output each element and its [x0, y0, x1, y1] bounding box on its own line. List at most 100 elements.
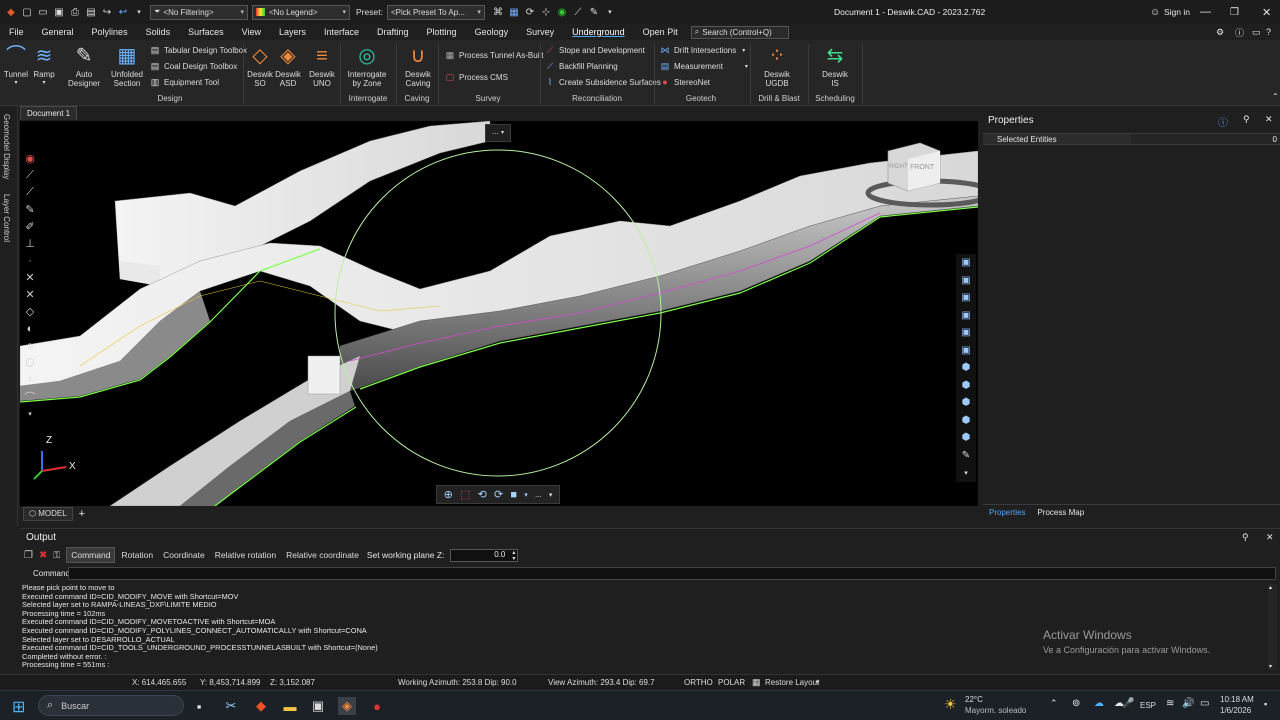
stereonet-button[interactable]: ● StereoNet — [660, 77, 710, 87]
tray-overflow-icon[interactable]: ⌃ — [1050, 698, 1058, 709]
deswik-is-button[interactable]: ⇆ Deswik IS — [820, 44, 850, 88]
point-icon[interactable]: · — [22, 252, 38, 269]
tab-rotation[interactable]: Rotation — [117, 548, 157, 562]
ramp-button[interactable]: ≋ Ramp ▾ — [32, 44, 56, 88]
onedrive-icon[interactable]: ☁ — [1094, 698, 1104, 709]
process-tunnel-as-built-button[interactable]: ▦ Process Tunnel As-Built — [445, 50, 544, 60]
notification-icon[interactable]: ▪ — [1264, 699, 1267, 709]
intersect-icon[interactable]: ✕ — [22, 286, 38, 303]
restore-button[interactable]: ❐ — [1230, 7, 1239, 18]
edit-icon[interactable]: ✎ — [587, 5, 601, 19]
redo-icon[interactable]: ↪ — [100, 5, 114, 19]
menu-survey[interactable]: Survey — [517, 24, 563, 40]
menu-layers[interactable]: Layers — [270, 24, 315, 40]
ribbon-options-icon[interactable]: ⚙ — [1216, 27, 1224, 38]
save-icon[interactable]: ▣ — [52, 5, 66, 19]
close-icon[interactable]: ✕ — [1265, 114, 1273, 125]
lock-icon[interactable]: ⚿ — [53, 550, 60, 561]
menu-interface[interactable]: Interface — [315, 24, 368, 40]
pick-view-icon[interactable]: ✎ — [956, 447, 976, 465]
diamond-icon[interactable]: ◇ — [22, 303, 38, 320]
equipment-tool-button[interactable]: ▥ Equipment Tool — [150, 77, 219, 87]
deswik-taskbar-icon[interactable]: ◈ — [338, 697, 356, 715]
menu-view[interactable]: View — [233, 24, 270, 40]
chevron-down-icon[interactable]: ▾ — [524, 491, 528, 499]
model-tab[interactable]: ⬡ MODEL — [23, 507, 73, 521]
view-iso-1-icon[interactable]: ⬢ — [956, 359, 976, 377]
info-icon[interactable]: ⓘ — [1235, 26, 1244, 39]
stope-development-button[interactable]: ⟋ Stope and Development — [545, 45, 645, 55]
restore-layout-button[interactable]: Restore Layout — [765, 678, 819, 687]
interrogate-by-zone-button[interactable]: ◎ Interrogate by Zone — [344, 44, 390, 88]
polar-toggle[interactable]: POLAR — [718, 678, 745, 687]
user-icon[interactable]: ☺ — [1150, 7, 1160, 18]
minimize-button[interactable]: — — [1200, 6, 1211, 18]
tab-relative-rotation[interactable]: Relative rotation — [211, 548, 280, 562]
menu-polylines[interactable]: Polylines — [83, 24, 137, 40]
layers-icon[interactable]: ◉ — [555, 5, 569, 19]
scroll-down-icon[interactable]: ▾ — [1269, 663, 1272, 670]
tab-coordinate[interactable]: Coordinate — [159, 548, 209, 562]
new-file-icon[interactable]: ▢ — [20, 5, 34, 19]
more-views-icon[interactable]: ▾ — [956, 464, 976, 482]
view-iso-2-icon[interactable]: ⬢ — [956, 377, 976, 395]
close-icon[interactable]: ✕ — [1266, 532, 1274, 543]
chevron-down-icon[interactable]: ▾ — [549, 491, 553, 499]
tray-app-icon[interactable]: ⊚ — [1072, 698, 1080, 709]
add-layout-button[interactable]: + — [79, 508, 85, 520]
undo-icon[interactable]: ↩ — [116, 5, 130, 19]
viewport-menu-button[interactable]: ... ▾ — [485, 124, 511, 142]
zoom-icon[interactable]: ⊕ — [444, 488, 453, 501]
filter-dropdown[interactable]: ⏷ <No Filtering> ▾ — [150, 4, 248, 20]
menu-open-pit[interactable]: Open Pit — [634, 24, 687, 40]
close-button[interactable]: ✕ — [1262, 6, 1271, 19]
drift-intersections-button[interactable]: ⋈ Drift Intersections ▾ — [660, 45, 746, 55]
tunnel-button[interactable]: ⌒ Tunnel ▾ — [4, 44, 28, 88]
polyline-icon[interactable]: ⟋ — [22, 184, 38, 201]
battery-icon[interactable]: ▭ — [1200, 698, 1209, 709]
bottom-more[interactable]: ... — [535, 490, 542, 499]
view-top-icon[interactable]: ▣ — [956, 254, 976, 272]
menu-file[interactable]: File — [0, 24, 33, 40]
ribbon-collapse-icon[interactable]: ▭ — [1252, 27, 1261, 38]
ribbon-collapse-arrow-icon[interactable]: ⌃ — [1272, 92, 1279, 101]
menu-drafting[interactable]: Drafting — [368, 24, 418, 40]
weather-icon[interactable]: ☀ — [944, 696, 957, 713]
curve-icon[interactable]: ⌒ — [22, 388, 38, 405]
view-left-icon[interactable]: ▣ — [956, 324, 976, 342]
view-iso-5-icon[interactable]: ⬢ — [956, 429, 976, 447]
view-right-icon[interactable]: ▣ — [956, 342, 976, 360]
sign-in-link[interactable]: Sign in — [1164, 7, 1190, 17]
working-plane-input[interactable]: 0.0 ▴ ▾ — [450, 548, 519, 562]
volume-icon[interactable]: 🔊 — [1182, 698, 1194, 709]
clear-icon[interactable]: ✖ — [39, 550, 47, 561]
refresh-icon[interactable]: ⟳ — [523, 5, 537, 19]
backfill-planning-button[interactable]: ⟋ Backfill Planning — [545, 61, 618, 71]
menu-underground[interactable]: Underground — [563, 24, 634, 40]
layout-icon[interactable]: ▦ — [752, 677, 761, 688]
menu-plotting[interactable]: Plotting — [418, 24, 466, 40]
menu-surfaces[interactable]: Surfaces — [179, 24, 233, 40]
snap-one-icon[interactable]: ¹ — [22, 371, 38, 388]
cube-view-icon[interactable]: ■ — [510, 489, 517, 501]
pin-icon[interactable]: ⚲ — [1242, 532, 1249, 543]
undo-dropdown-icon[interactable]: ▾ — [132, 5, 146, 19]
select-icon[interactable]: ◉ — [22, 150, 38, 167]
menu-general[interactable]: General — [33, 24, 83, 40]
perpendicular-icon[interactable]: ⊥ — [22, 235, 38, 252]
hierarchy-icon[interactable]: ⌘ — [491, 5, 505, 19]
view-iso-3-icon[interactable]: ⬢ — [956, 394, 976, 412]
preset-dropdown[interactable]: <Pick Preset To Ap... ▾ — [386, 4, 485, 20]
cross-icon[interactable]: ✕ — [22, 269, 38, 286]
language-indicator[interactable]: ESP — [1140, 701, 1156, 710]
polyline-icon[interactable]: ⟋ — [571, 5, 585, 19]
circle-fill-icon[interactable]: ◐ — [22, 320, 38, 337]
snipping-tool-icon[interactable]: ✂ — [222, 697, 240, 715]
wifi-icon[interactable]: ≋ — [1166, 698, 1174, 709]
clock-date[interactable]: 1/6/2026 — [1220, 706, 1251, 715]
tab-relative-coordinate[interactable]: Relative coordinate — [282, 548, 363, 562]
view-iso-4-icon[interactable]: ⬢ — [956, 412, 976, 430]
paint-icon[interactable]: ✐ — [22, 218, 38, 235]
legend-dropdown[interactable]: <No Legend> ▾ — [252, 4, 350, 20]
more-tools-icon[interactable]: ▾ — [22, 405, 38, 422]
